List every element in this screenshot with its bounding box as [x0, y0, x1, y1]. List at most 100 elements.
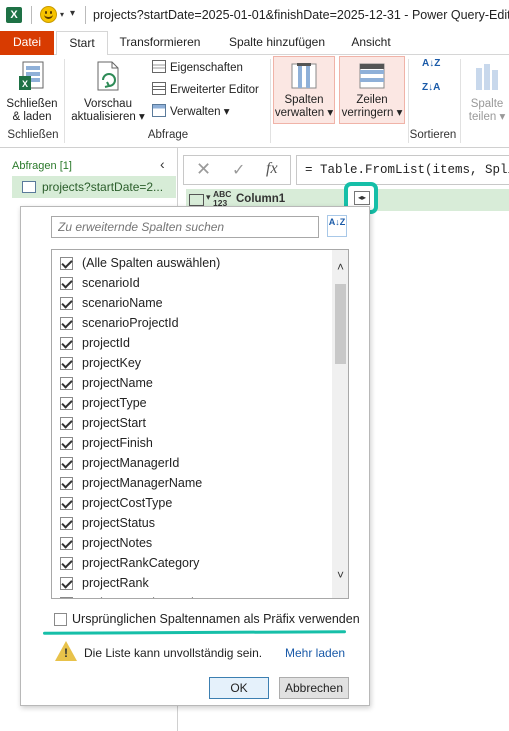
svg-text:X: X: [22, 79, 28, 89]
sort-descending-button[interactable]: Z↓A: [422, 83, 442, 101]
split-column-label-1: Spalte: [470, 98, 504, 110]
column-option-label: projectRankCategory: [82, 556, 200, 570]
tab-file[interactable]: Datei: [0, 31, 54, 55]
load-more-link[interactable]: Mehr laden: [285, 646, 345, 660]
column-checkbox[interactable]: [60, 377, 73, 390]
close-and-load-icon: X: [19, 61, 44, 90]
reduce-rows-label-1: Zeilen: [356, 94, 388, 106]
chevron-down-icon[interactable]: ▾: [60, 10, 64, 19]
column-checkbox[interactable]: [60, 477, 73, 490]
formula-bar: ✕ ✓ fx = Table.FromList(items, Splitte: [183, 155, 509, 185]
ribbon: X Schließen & laden Schließen Vorschau a…: [0, 55, 509, 148]
column-checkbox[interactable]: [60, 497, 73, 510]
expand-columns-panel: A↓Z (Alle Spalten auswählen) scenarioId sc…: [20, 206, 370, 706]
function-icon[interactable]: fx: [266, 160, 278, 178]
sort-ascending-button[interactable]: A↓Z: [422, 59, 442, 77]
group-divider: [64, 59, 65, 143]
column-checkbox[interactable]: [60, 457, 73, 470]
column-checkbox[interactable]: [60, 417, 73, 430]
reduce-rows-icon: [359, 63, 385, 89]
advanced-editor-label: Erweiterter Editor: [170, 84, 259, 96]
column-checkbox[interactable]: [60, 357, 73, 370]
collapse-pane-icon[interactable]: ‹: [160, 156, 165, 172]
tab-view[interactable]: Ansicht: [346, 31, 396, 55]
group-divider: [270, 59, 271, 143]
column-option-label: projectRank: [82, 576, 149, 590]
column-checkbox[interactable]: [60, 297, 73, 310]
properties-label: Eigenschaften: [170, 62, 243, 74]
properties-icon: [152, 60, 166, 73]
query-list-item[interactable]: projects?startDate=2...: [12, 176, 176, 198]
group-divider: [460, 59, 461, 143]
column-checkbox[interactable]: [60, 577, 73, 590]
sort-columns-button[interactable]: A↓Z: [327, 215, 347, 237]
column-checkbox[interactable]: [60, 277, 73, 290]
sort-ascending-icon: A↓Z: [422, 58, 441, 69]
column-option-label: projectManagerName: [82, 476, 203, 490]
manage-button[interactable]: Verwalten ▾: [152, 103, 229, 121]
column-checkbox[interactable]: [60, 537, 73, 550]
tab-add-column[interactable]: Spalte hinzufügen: [222, 31, 332, 55]
formula-buttons: ✕ ✓ fx: [183, 155, 291, 185]
column-checkbox[interactable]: [60, 517, 73, 530]
column-checkbox[interactable]: [60, 317, 73, 330]
refresh-preview-label-2-text: aktualisieren: [71, 111, 136, 123]
reduce-rows-button[interactable]: Zeilen verringern ▾: [339, 56, 405, 124]
scroll-thumb[interactable]: [335, 284, 346, 364]
column-option-label: projectType: [82, 396, 147, 410]
split-column-label-2-text: teilen: [468, 111, 497, 123]
column-name: Column1: [236, 193, 286, 205]
tab-start[interactable]: Start: [56, 31, 108, 56]
expand-columns-icon: ◂▸: [354, 191, 370, 205]
close-and-load-label-1: Schließen: [6, 98, 58, 110]
column-search-input[interactable]: [51, 216, 319, 238]
column-option-label: projectLastChanged: [82, 596, 194, 598]
advanced-editor-button[interactable]: Erweiterter Editor: [152, 81, 259, 99]
list-scrollbar[interactable]: ˄ ˅: [332, 250, 348, 598]
refresh-icon: [97, 61, 119, 91]
column-checkbox[interactable]: [60, 257, 73, 270]
formula-input[interactable]: = Table.FromList(items, Splitte: [296, 155, 509, 185]
tab-transform[interactable]: Transformieren: [112, 31, 208, 55]
column-checkbox[interactable]: [60, 597, 73, 598]
scroll-up-icon[interactable]: ˄: [335, 261, 346, 273]
manage-columns-button[interactable]: Spalten verwalten ▾: [273, 56, 335, 124]
close-and-load-button[interactable]: X Schließen & laden: [4, 57, 60, 124]
refresh-preview-button[interactable]: Vorschau aktualisieren ▾: [70, 57, 146, 124]
column-option-label: scenarioProjectId: [82, 316, 179, 330]
split-column-label-2: teilen ▾: [468, 111, 506, 123]
column-checkbox[interactable]: [60, 437, 73, 450]
warning-message: Die Liste kann unvollständig sein.: [84, 646, 263, 660]
column-checkbox[interactable]: [60, 557, 73, 570]
ok-button[interactable]: OK: [209, 677, 269, 699]
prefix-checkbox[interactable]: [54, 613, 67, 626]
sort-az-icon: A↓Z: [328, 217, 346, 227]
column-option-label: (Alle Spalten auswählen): [82, 256, 221, 270]
column-checkbox[interactable]: [60, 337, 73, 350]
column-checkbox[interactable]: [60, 397, 73, 410]
column-option-label: scenarioId: [82, 276, 140, 290]
confirm-formula-icon[interactable]: ✓: [232, 160, 245, 180]
column-option-label: projectId: [82, 336, 130, 350]
feedback-smiley-icon[interactable]: [40, 6, 57, 23]
column-option-label: projectCostType: [82, 496, 173, 510]
column-option-label: projectName: [82, 376, 153, 390]
column-option-label: scenarioName: [82, 296, 163, 310]
excel-icon: X: [6, 7, 22, 23]
group-label-sort: Sortieren: [409, 129, 457, 141]
properties-button[interactable]: Eigenschaften: [152, 59, 243, 77]
manage-columns-label-2: verwalten ▾: [274, 107, 334, 119]
manage-columns-label-1: Spalten: [284, 94, 324, 106]
manage-columns-icon: [291, 63, 317, 89]
scroll-down-icon[interactable]: ˅: [335, 569, 346, 581]
prefix-label: Ursprünglichen Spaltennamen als Präfix v…: [72, 612, 360, 626]
quick-access-dropdown-icon[interactable]: ▾: [70, 8, 75, 19]
table-menu-icon[interactable]: [189, 192, 211, 206]
cancel-button[interactable]: Abbrechen: [279, 677, 349, 699]
refresh-preview-label-1: Vorschau: [84, 98, 132, 110]
column-list[interactable]: (Alle Spalten auswählen) scenarioId scenar…: [51, 249, 349, 599]
split-column-button[interactable]: Spalte teilen ▾: [464, 57, 509, 124]
cancel-formula-icon[interactable]: ✕: [196, 159, 211, 180]
warning-exclamation: !: [64, 646, 68, 660]
manage-columns-label-2-text: verwalten: [274, 107, 325, 119]
